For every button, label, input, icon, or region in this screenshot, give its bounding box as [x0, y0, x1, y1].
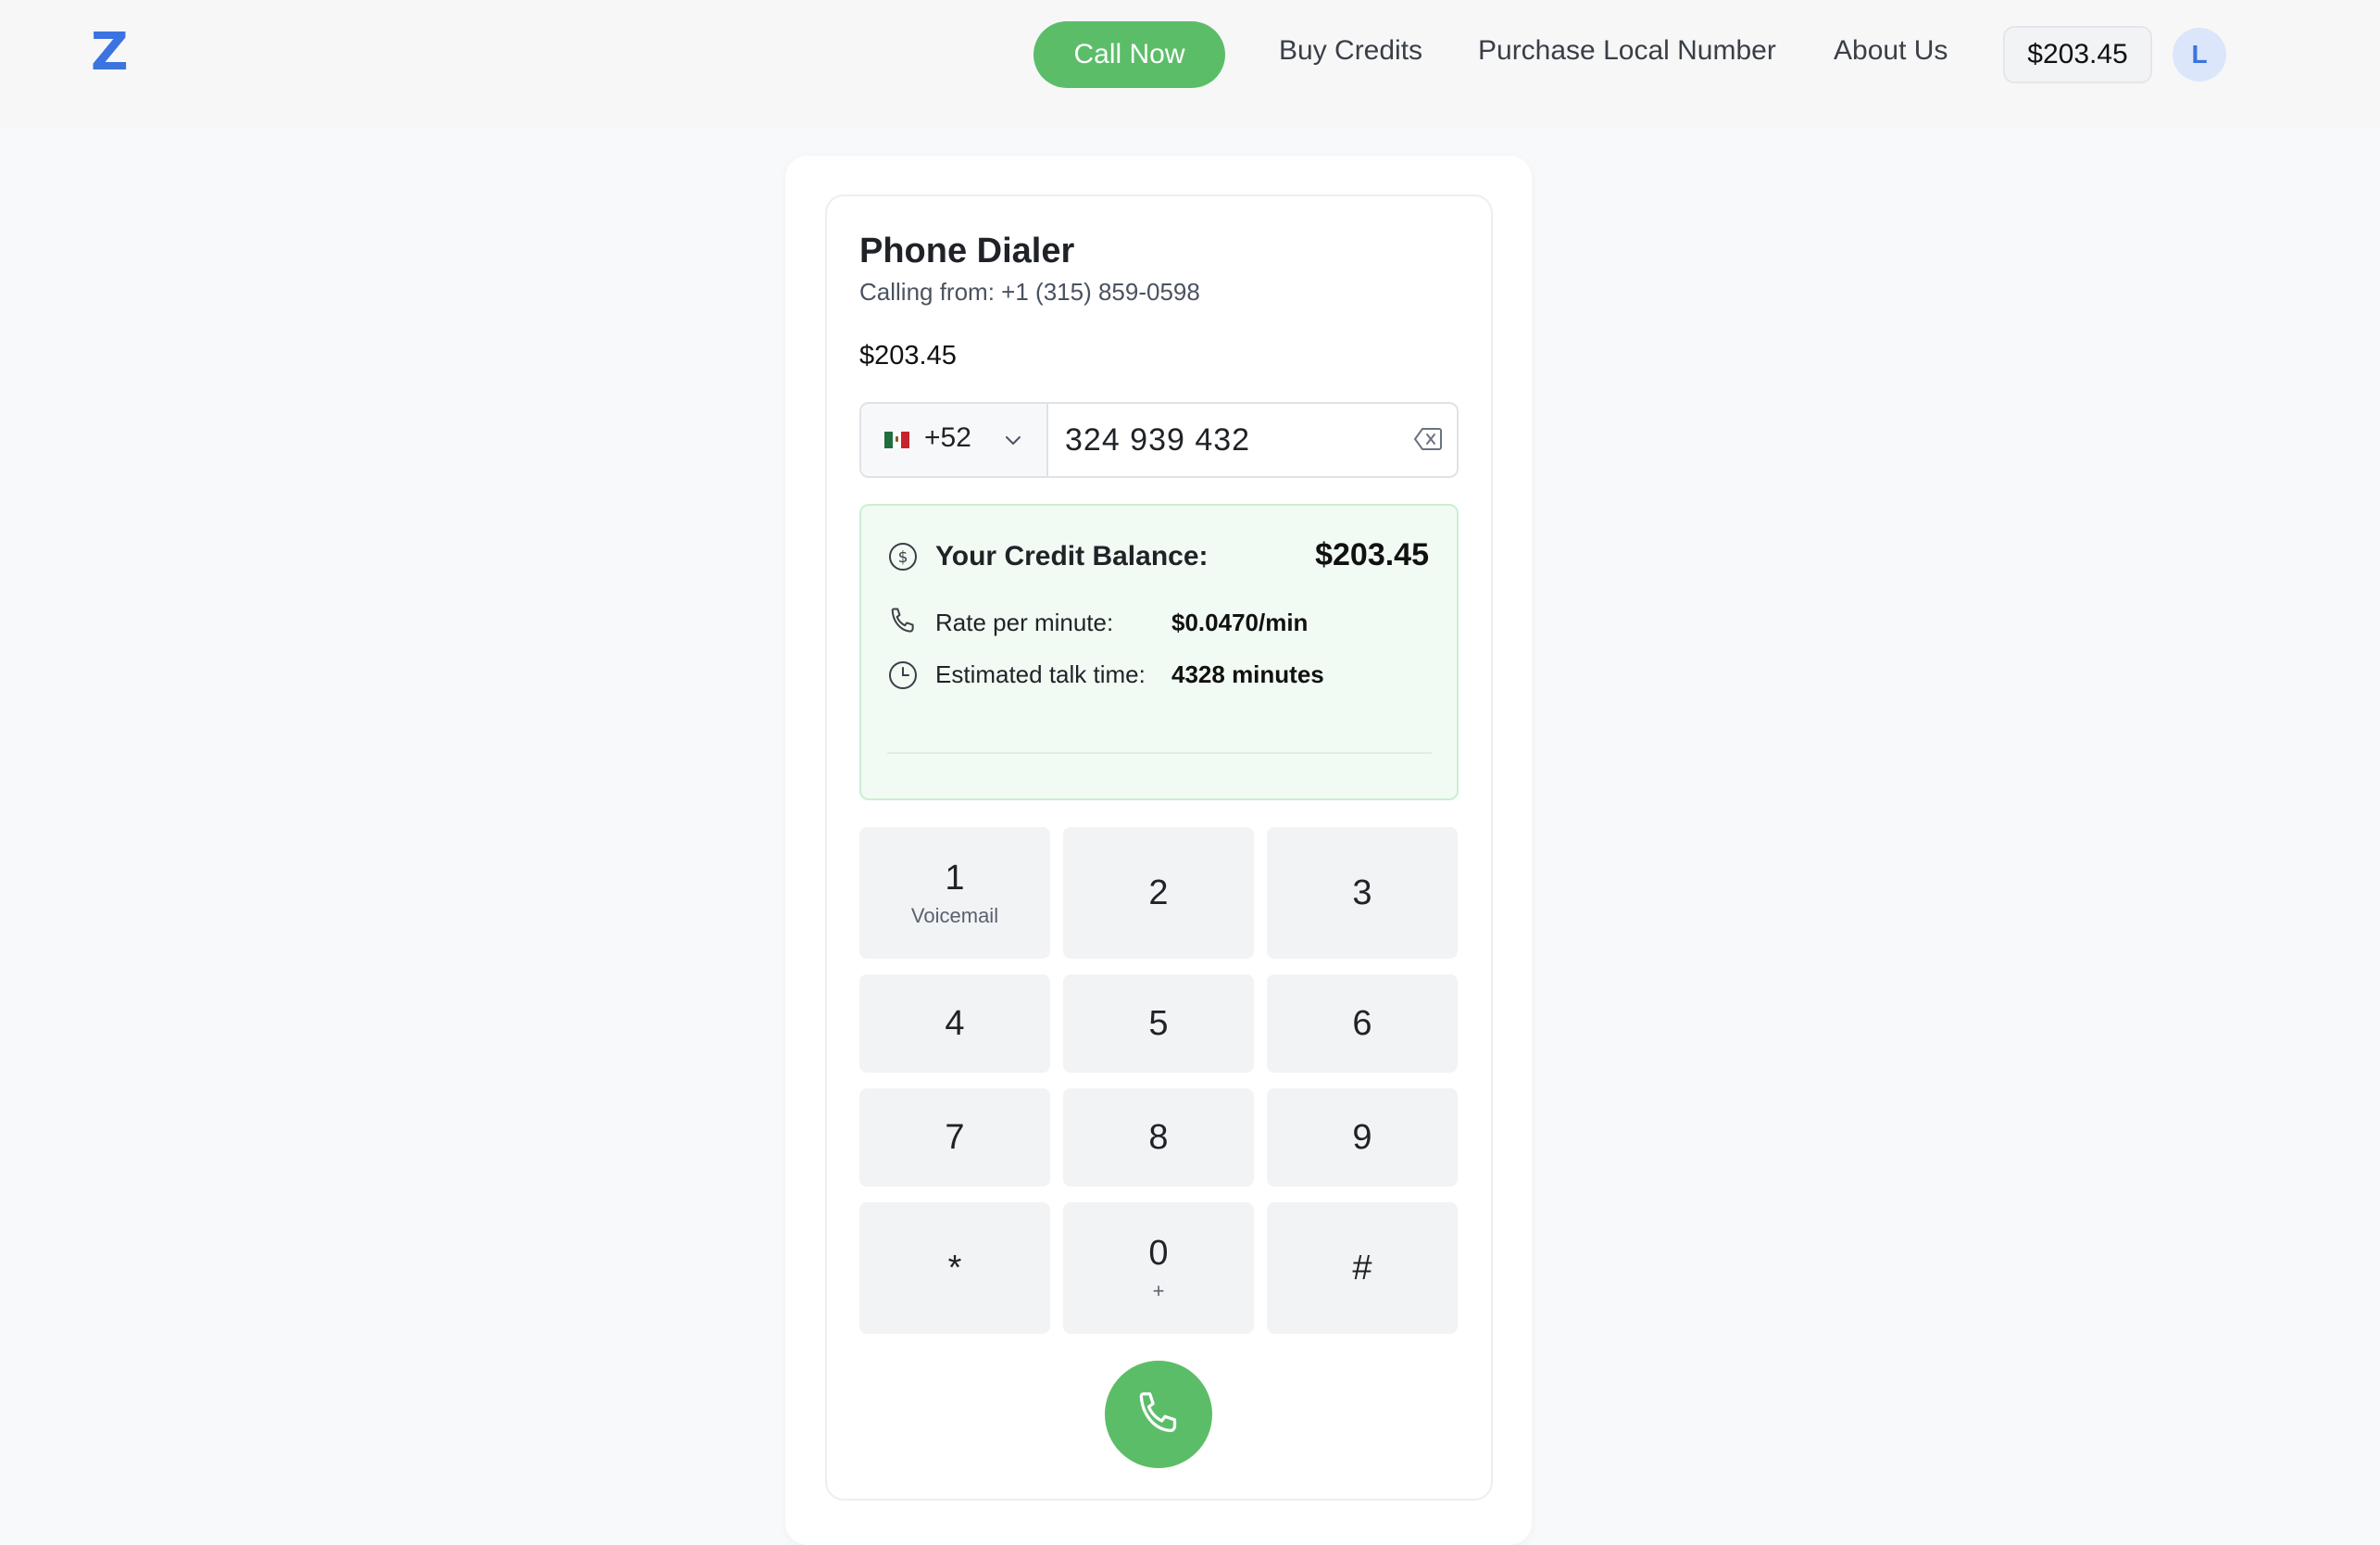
keypad-key-0[interactable]: 0 + [1063, 1202, 1254, 1334]
calling-from: Calling from: +1 (315) 859-0598 [859, 278, 1200, 307]
key-digit: 0 [1148, 1233, 1169, 1273]
clock-icon [889, 661, 917, 689]
keypad-key-8[interactable]: 8 [1063, 1088, 1254, 1187]
key-digit: * [947, 1248, 962, 1288]
backspace-icon[interactable] [1413, 426, 1443, 452]
estimated-talk-time-label: Estimated talk time: [935, 660, 1146, 688]
phone-icon [1139, 1392, 1177, 1433]
mexico-flag-icon [884, 432, 909, 448]
key-digit: 4 [945, 1003, 965, 1043]
call-now-button[interactable]: Call Now [1033, 21, 1225, 88]
key-digit: 1 [945, 858, 965, 898]
top-nav-bar: Z Call Now Buy Credits Purchase Local Nu… [0, 0, 2380, 128]
dollar-circle-icon: $ [889, 543, 917, 571]
keypad-key-7[interactable]: 7 [859, 1088, 1050, 1187]
credit-balance-label: Your Credit Balance: [935, 541, 1209, 572]
nav-purchase-local-number[interactable]: Purchase Local Number [1478, 35, 1776, 67]
phone-input-group: +52 [859, 402, 1459, 478]
keypad-key-9[interactable]: 9 [1267, 1088, 1458, 1187]
keypad-key-1[interactable]: 1 Voicemail [859, 827, 1050, 959]
dialer-balance: $203.45 [859, 341, 957, 371]
nav-about-us[interactable]: About Us [1834, 35, 1948, 67]
calling-from-number: +1 (315) 859-0598 [1001, 278, 1200, 306]
key-digit: 8 [1148, 1117, 1169, 1157]
keypad-key-5[interactable]: 5 [1063, 974, 1254, 1073]
brand-logo[interactable]: Z [91, 22, 129, 82]
phone-icon [891, 608, 914, 633]
header-balance-badge[interactable]: $203.45 [2003, 26, 2152, 83]
key-sub-label: Voicemail [910, 903, 999, 927]
rate-per-minute-value: $0.0470/min [1171, 609, 1309, 636]
keypad-key-hash[interactable]: # [1267, 1202, 1458, 1334]
page-title: Phone Dialer [859, 232, 1075, 270]
keypad-key-2[interactable]: 2 [1063, 827, 1254, 959]
credit-balance-amount: $203.45 [1315, 537, 1429, 572]
estimated-talk-time-value: 4328 minutes [1171, 660, 1324, 688]
phone-number-input[interactable] [1065, 413, 1398, 467]
key-digit: 9 [1352, 1117, 1372, 1157]
keypad-key-4[interactable]: 4 [859, 974, 1050, 1073]
key-digit: # [1352, 1248, 1372, 1288]
credit-divider [887, 752, 1432, 754]
country-code-select[interactable]: +52 [861, 404, 1048, 476]
user-avatar[interactable]: L [2173, 28, 2226, 82]
key-digit: 5 [1148, 1003, 1169, 1043]
key-digit: 7 [945, 1117, 965, 1157]
credit-balance-panel: $ Your Credit Balance: $203.45 Rate per … [859, 504, 1459, 800]
keypad-key-3[interactable]: 3 [1267, 827, 1458, 959]
key-digit: 6 [1352, 1003, 1372, 1043]
keypad-key-star[interactable]: * [859, 1202, 1050, 1334]
key-digit: 3 [1352, 873, 1372, 912]
key-sub-label: + [1152, 1278, 1165, 1302]
keypad-key-6[interactable]: 6 [1267, 974, 1458, 1073]
country-code: +52 [924, 422, 971, 453]
chevron-down-icon [1006, 436, 1021, 445]
dial-call-button[interactable] [1105, 1361, 1212, 1468]
nav-buy-credits[interactable]: Buy Credits [1279, 35, 1422, 67]
svg-text:$: $ [898, 548, 908, 567]
rate-per-minute-label: Rate per minute: [935, 609, 1114, 636]
key-digit: 2 [1148, 873, 1169, 912]
calling-from-label: Calling from: [859, 278, 995, 306]
